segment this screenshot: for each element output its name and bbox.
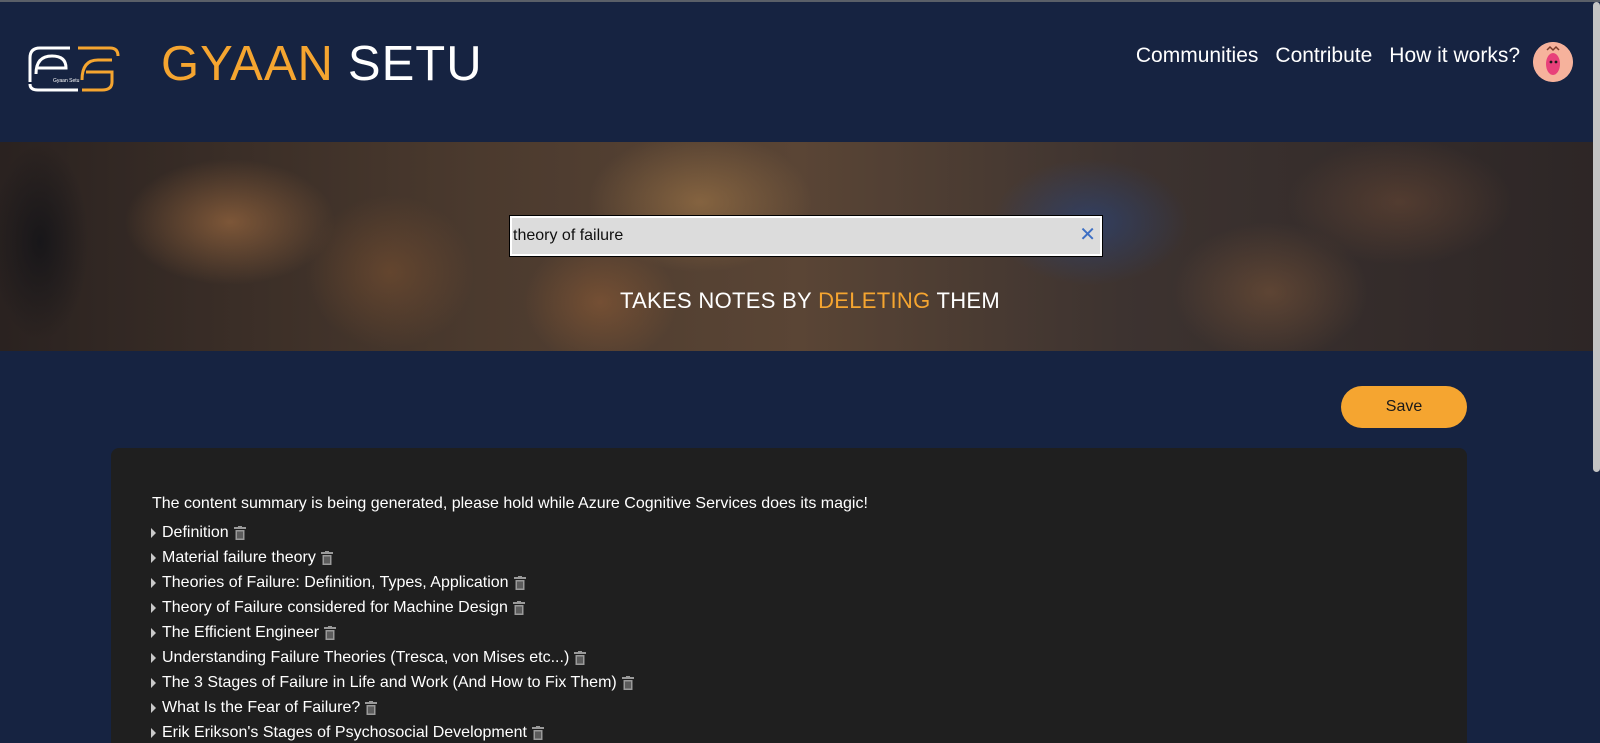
list-item[interactable]: The Efficient Engineer	[151, 620, 634, 645]
caret-right-icon[interactable]	[151, 727, 156, 738]
tagline-part1: TAKES NOTES BY	[619, 288, 812, 313]
caret-right-icon[interactable]	[151, 552, 156, 563]
list-item[interactable]: Understanding Failure Theories (Tresca, …	[151, 645, 634, 670]
site-header: Gyaan Setu GYAAN SETU Communities Contrib…	[0, 2, 1600, 142]
nav-communities-link[interactable]: Communities	[1136, 44, 1259, 68]
result-list: Definition Material failure theory Theor…	[151, 520, 634, 743]
summary-status-text: The content summary is being generated, …	[152, 495, 868, 512]
caret-right-icon[interactable]	[151, 527, 156, 538]
search-box: ✕	[509, 215, 1103, 257]
list-item[interactable]: Theory of Failure considered for Machine…	[151, 595, 634, 620]
nav-how-it-works-link[interactable]: How it works?	[1389, 44, 1520, 68]
caret-right-icon[interactable]	[151, 652, 156, 663]
list-item-label: Material failure theory	[162, 548, 316, 566]
trash-icon[interactable]	[574, 650, 587, 665]
site-title-part1: GYAAN	[161, 37, 334, 91]
list-item[interactable]: The 3 Stages of Failure in Life and Work…	[151, 670, 634, 695]
save-button[interactable]: Save	[1341, 386, 1467, 428]
tagline-part2: THEM	[936, 288, 1001, 313]
list-item[interactable]: What Is the Fear of Failure?	[151, 695, 634, 720]
tagline-highlight: DELETING	[818, 288, 931, 313]
list-item-label: Understanding Failure Theories (Tresca, …	[162, 648, 570, 666]
close-icon[interactable]: ✕	[1079, 224, 1096, 246]
logo-caption: Gyaan Setu	[53, 78, 80, 84]
list-item-label: Theories of Failure: Definition, Types, …	[162, 573, 509, 591]
scrollbar-thumb[interactable]	[1593, 2, 1600, 472]
list-item[interactable]: Material failure theory	[151, 545, 634, 570]
user-avatar-icon[interactable]	[1533, 42, 1573, 82]
list-item-label: Erik Erikson's Stages of Psychosocial De…	[162, 723, 527, 741]
list-item[interactable]: Erik Erikson's Stages of Psychosocial De…	[151, 720, 634, 743]
trash-icon[interactable]	[365, 700, 378, 715]
site-title[interactable]: GYAAN SETU	[161, 36, 483, 92]
trash-icon[interactable]	[512, 600, 525, 615]
caret-right-icon[interactable]	[151, 677, 156, 688]
list-item[interactable]: Theories of Failure: Definition, Types, …	[151, 570, 634, 595]
site-title-part2: SETU	[347, 37, 483, 91]
hero-banner: ✕ TAKES NOTES BY DELETING THEM	[0, 142, 1600, 351]
list-item-label: Definition	[162, 523, 229, 541]
list-item-label: Theory of Failure considered for Machine…	[162, 598, 508, 616]
list-item-label: The 3 Stages of Failure in Life and Work…	[162, 673, 617, 691]
list-item[interactable]: Definition	[151, 520, 634, 545]
trash-icon[interactable]	[320, 550, 333, 565]
caret-right-icon[interactable]	[151, 577, 156, 588]
list-item-label: What Is the Fear of Failure?	[162, 698, 361, 716]
caret-right-icon[interactable]	[151, 627, 156, 638]
main-nav: Communities Contribute How it works?	[1136, 44, 1520, 68]
trash-icon[interactable]	[532, 725, 544, 740]
gyaan-setu-logo-icon[interactable]: Gyaan Setu	[26, 44, 122, 94]
caret-right-icon[interactable]	[151, 702, 156, 713]
tagline: TAKES NOTES BY DELETING THEM	[0, 288, 1600, 314]
trash-icon[interactable]	[233, 525, 246, 540]
list-item-label: The Efficient Engineer	[162, 623, 320, 641]
page-scrollbar[interactable]	[1593, 2, 1600, 743]
search-input[interactable]	[512, 218, 1072, 254]
trash-icon[interactable]	[621, 675, 634, 690]
trash-icon[interactable]	[513, 575, 526, 590]
results-panel: The content summary is being generated, …	[111, 448, 1467, 743]
trash-icon[interactable]	[324, 625, 337, 640]
caret-right-icon[interactable]	[151, 602, 156, 613]
nav-contribute-link[interactable]: Contribute	[1275, 44, 1372, 68]
